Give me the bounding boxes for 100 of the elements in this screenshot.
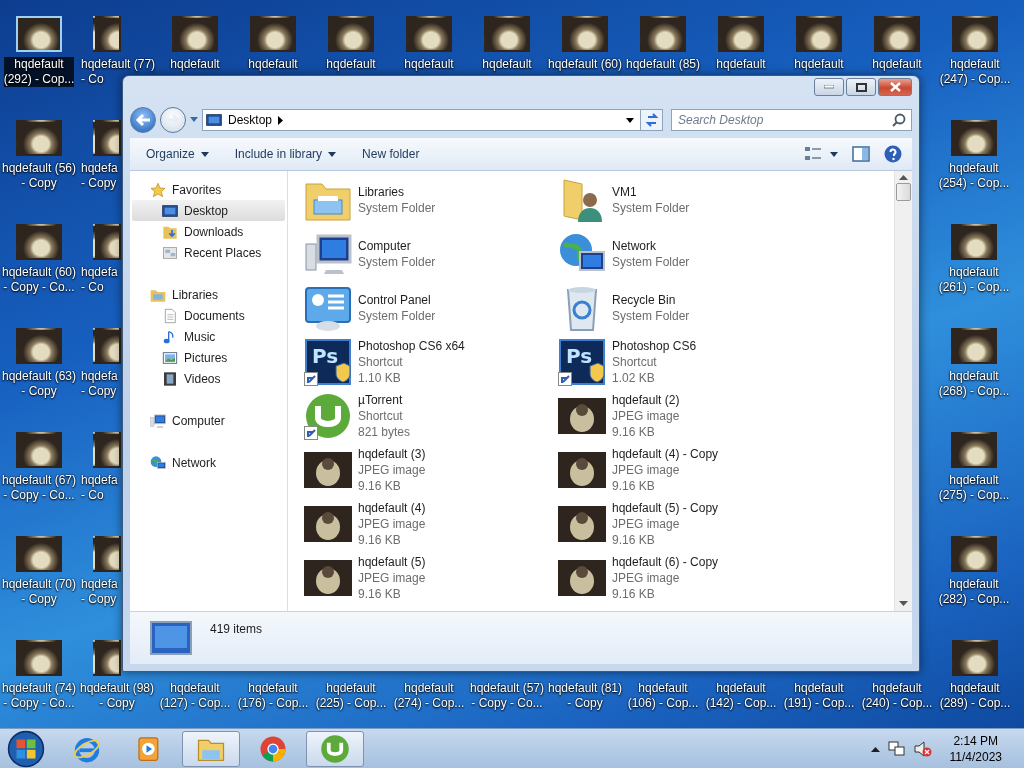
photo-thumbnail[interactable] — [328, 16, 374, 52]
toolbar-button[interactable]: Organize — [136, 143, 219, 165]
nav-item[interactable]: Recent Places — [132, 242, 285, 263]
photo-thumbnail[interactable] — [93, 432, 121, 468]
file-name-label[interactable]: hqdefa - Copy — [78, 369, 118, 399]
file-name-label[interactable]: hqdefault (56) - Copy — [1, 161, 77, 191]
photo-thumbnail[interactable] — [562, 16, 608, 52]
nav-item[interactable]: Computer — [132, 410, 285, 431]
file-tile[interactable]: hqdefault (4) - Copy JPEG image 9.16 KB — [558, 443, 812, 497]
file-name-label[interactable]: hqdefault (127) - Cop... — [159, 681, 231, 711]
file-name-label[interactable]: hqdefault — [170, 57, 220, 72]
file-name-label[interactable]: hqdefault — [794, 57, 844, 72]
photo-thumbnail[interactable] — [718, 16, 764, 52]
taskbar-button[interactable] — [306, 730, 364, 767]
clock[interactable]: 2:14 PM 11/4/2023 — [949, 732, 1002, 765]
file-name-label[interactable]: hqdefault (268) - Cop... — [938, 369, 1010, 399]
file-tile[interactable]: hqdefault (5) JPEG image 9.16 KB — [304, 551, 558, 605]
preview-pane-button[interactable] — [852, 146, 870, 162]
file-tile[interactable]: hqdefault (6) - Copy JPEG image 9.16 KB — [558, 551, 812, 605]
file-name-label[interactable]: hqdefault (77) - Co — [78, 57, 156, 87]
file-name-label[interactable]: hqdefault (191) - Cop... — [783, 681, 855, 711]
file-name-label[interactable]: hqdefault (289) - Cop... — [939, 681, 1011, 711]
file-name-label[interactable]: hqdefault — [326, 57, 376, 72]
minimize-button[interactable] — [814, 78, 844, 96]
file-name-label[interactable]: hqdefault — [716, 57, 766, 72]
photo-thumbnail[interactable] — [16, 432, 62, 468]
file-name-label[interactable]: hqdefault (225) - Cop... — [315, 681, 387, 711]
refresh-button[interactable] — [640, 110, 662, 130]
back-button[interactable] — [130, 107, 156, 133]
breadcrumb-item[interactable]: Desktop — [228, 113, 273, 127]
close-button[interactable] — [878, 78, 912, 96]
file-tile[interactable]: VM1 System Folder — [558, 173, 812, 227]
photo-thumbnail[interactable] — [16, 640, 62, 676]
photo-thumbnail[interactable] — [796, 16, 842, 52]
file-name-label[interactable]: hqdefault (57) - Copy - Co... — [469, 681, 545, 711]
file-name-label[interactable]: hqdefault (81) - Copy — [547, 681, 623, 711]
nav-item[interactable]: Favorites — [132, 179, 285, 200]
file-tile[interactable]: hqdefault (4) JPEG image 9.16 KB — [304, 497, 558, 551]
file-tile[interactable]: Computer System Folder — [304, 227, 558, 281]
file-name-label[interactable]: hqdefault (67) - Copy - Co... — [1, 473, 77, 503]
file-name-label[interactable]: hqdefault (60) — [547, 57, 623, 72]
nav-item[interactable]: Desktop — [132, 200, 285, 221]
file-name-label[interactable]: hqdefault (282) - Cop... — [938, 577, 1010, 607]
taskbar-button[interactable] — [182, 730, 240, 767]
file-tile[interactable]: Ps Photoshop CS6 x64 Shortcut 1.10 KB — [304, 335, 558, 389]
file-name-label[interactable]: hqdefault (63) - Copy — [1, 369, 77, 399]
nav-item[interactable]: Network — [132, 452, 285, 473]
photo-thumbnail[interactable] — [250, 16, 296, 52]
file-name-label[interactable]: hqdefault (106) - Cop... — [627, 681, 699, 711]
file-name-label[interactable]: hqdefa - Copy — [78, 577, 118, 607]
file-name-label[interactable]: hqdefault (254) - Cop... — [938, 161, 1010, 191]
file-tile[interactable]: hqdefault (2) JPEG image 9.16 KB — [558, 389, 812, 443]
file-tile[interactable]: µTorrent Shortcut 821 bytes — [304, 389, 558, 443]
file-name-label[interactable]: hqdefault (70) - Copy — [1, 577, 77, 607]
file-name-label[interactable]: hqdefault — [248, 57, 298, 72]
photo-thumbnail[interactable] — [16, 328, 62, 364]
photo-thumbnail[interactable] — [16, 16, 62, 52]
file-tile[interactable]: hqdefault (5) - Copy JPEG image 9.16 KB — [558, 497, 812, 551]
file-name-label[interactable]: hqdefault (74) - Copy - Co... — [1, 681, 77, 711]
file-name-label[interactable]: hqdefault (85) — [625, 57, 701, 72]
photo-thumbnail[interactable] — [93, 16, 121, 52]
file-name-label[interactable]: hqdefa - Co — [78, 265, 118, 295]
photo-thumbnail[interactable] — [874, 16, 920, 52]
file-name-label[interactable]: hqdefault (60) - Copy - Co... — [1, 265, 77, 295]
photo-thumbnail[interactable] — [951, 224, 997, 260]
address-bar[interactable]: Desktop — [202, 109, 663, 131]
photo-thumbnail[interactable] — [640, 16, 686, 52]
file-name-label[interactable]: hqdefault — [872, 57, 922, 72]
change-view-button[interactable] — [804, 146, 838, 162]
nav-item[interactable]: Videos — [132, 368, 285, 389]
nav-item[interactable]: Music — [132, 326, 285, 347]
file-tile[interactable]: Recycle Bin System Folder — [558, 281, 812, 335]
file-name-label[interactable]: hqdefault (275) - Cop... — [938, 473, 1010, 503]
photo-thumbnail[interactable] — [952, 16, 998, 52]
photo-thumbnail[interactable] — [172, 16, 218, 52]
photo-thumbnail[interactable] — [16, 536, 62, 572]
photo-thumbnail[interactable] — [93, 224, 121, 260]
nav-item[interactable]: Libraries — [132, 284, 285, 305]
photo-thumbnail[interactable] — [952, 640, 998, 676]
recent-pages-button[interactable] — [190, 117, 198, 123]
help-button[interactable] — [884, 145, 902, 163]
file-tile[interactable]: Libraries System Folder — [304, 173, 558, 227]
file-name-label[interactable]: hqdefault (142) - Cop... — [705, 681, 777, 711]
file-tile[interactable]: Ps Photoshop CS6 Shortcut 1.02 KB — [558, 335, 812, 389]
file-name-label[interactable]: hqdefault (247) - Cop... — [939, 57, 1011, 87]
photo-thumbnail[interactable] — [93, 640, 121, 676]
photo-thumbnail[interactable] — [951, 120, 997, 156]
file-name-label[interactable]: hqdefault — [482, 57, 532, 72]
file-tile[interactable]: hqdefault (3) JPEG image 9.16 KB — [304, 443, 558, 497]
file-name-label[interactable]: hqdefault (176) - Cop... — [237, 681, 309, 711]
photo-thumbnail[interactable] — [93, 120, 121, 156]
nav-item[interactable]: Pictures — [132, 347, 285, 368]
nav-item[interactable]: Documents — [132, 305, 285, 326]
scrollbar-thumb[interactable] — [896, 183, 911, 201]
file-tile[interactable]: Control Panel System Folder — [304, 281, 558, 335]
file-name-label[interactable]: hqdefault (261) - Cop... — [938, 265, 1010, 295]
file-name-label[interactable]: hqdefault (98) - Copy — [79, 681, 155, 711]
photo-thumbnail[interactable] — [93, 328, 121, 364]
file-name-label[interactable]: hqdefault (240) - Cop... — [861, 681, 933, 711]
file-name-label[interactable]: hqdefa - Co — [78, 473, 118, 503]
